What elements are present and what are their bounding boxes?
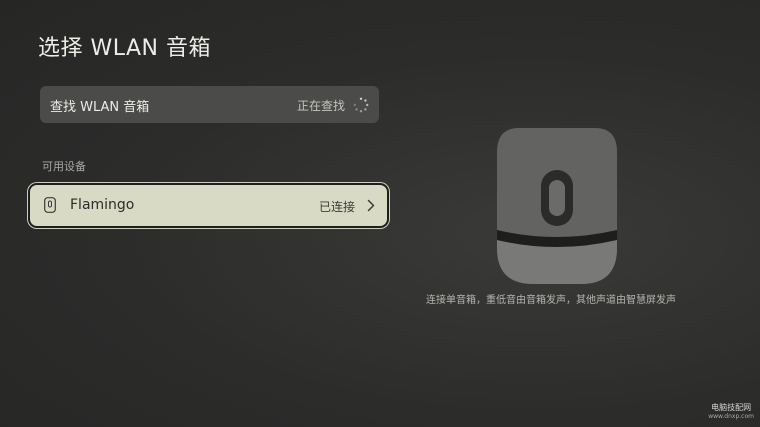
device-name: Flamingo — [70, 197, 135, 213]
loading-spinner-icon — [353, 97, 369, 113]
watermark-url: www.dnxp.com — [708, 413, 754, 420]
search-speakers-row[interactable]: 查找 WLAN 音箱 正在查找 — [40, 86, 379, 123]
site-watermark: 电脑技配网 www.dnxp.com — [708, 403, 754, 421]
device-status: 已连接 — [318, 200, 355, 214]
page-title: 选择 WLAN 音箱 — [38, 36, 212, 61]
search-status-text: 正在查找 — [296, 99, 345, 113]
speaker-icon — [44, 197, 56, 213]
search-speakers-label: 查找 WLAN 音箱 — [50, 100, 150, 115]
watermark-text: 电脑技配网 — [711, 403, 752, 412]
chevron-right-icon — [367, 199, 375, 212]
smart-speaker-illustration — [497, 128, 617, 284]
illustration-caption: 连接单音箱，重低音由音箱发声，其他声道由智慧屏发声 — [426, 295, 676, 306]
device-row-flamingo[interactable]: Flamingo 已连接 — [30, 185, 387, 226]
available-devices-label: 可用设备 — [42, 160, 86, 173]
